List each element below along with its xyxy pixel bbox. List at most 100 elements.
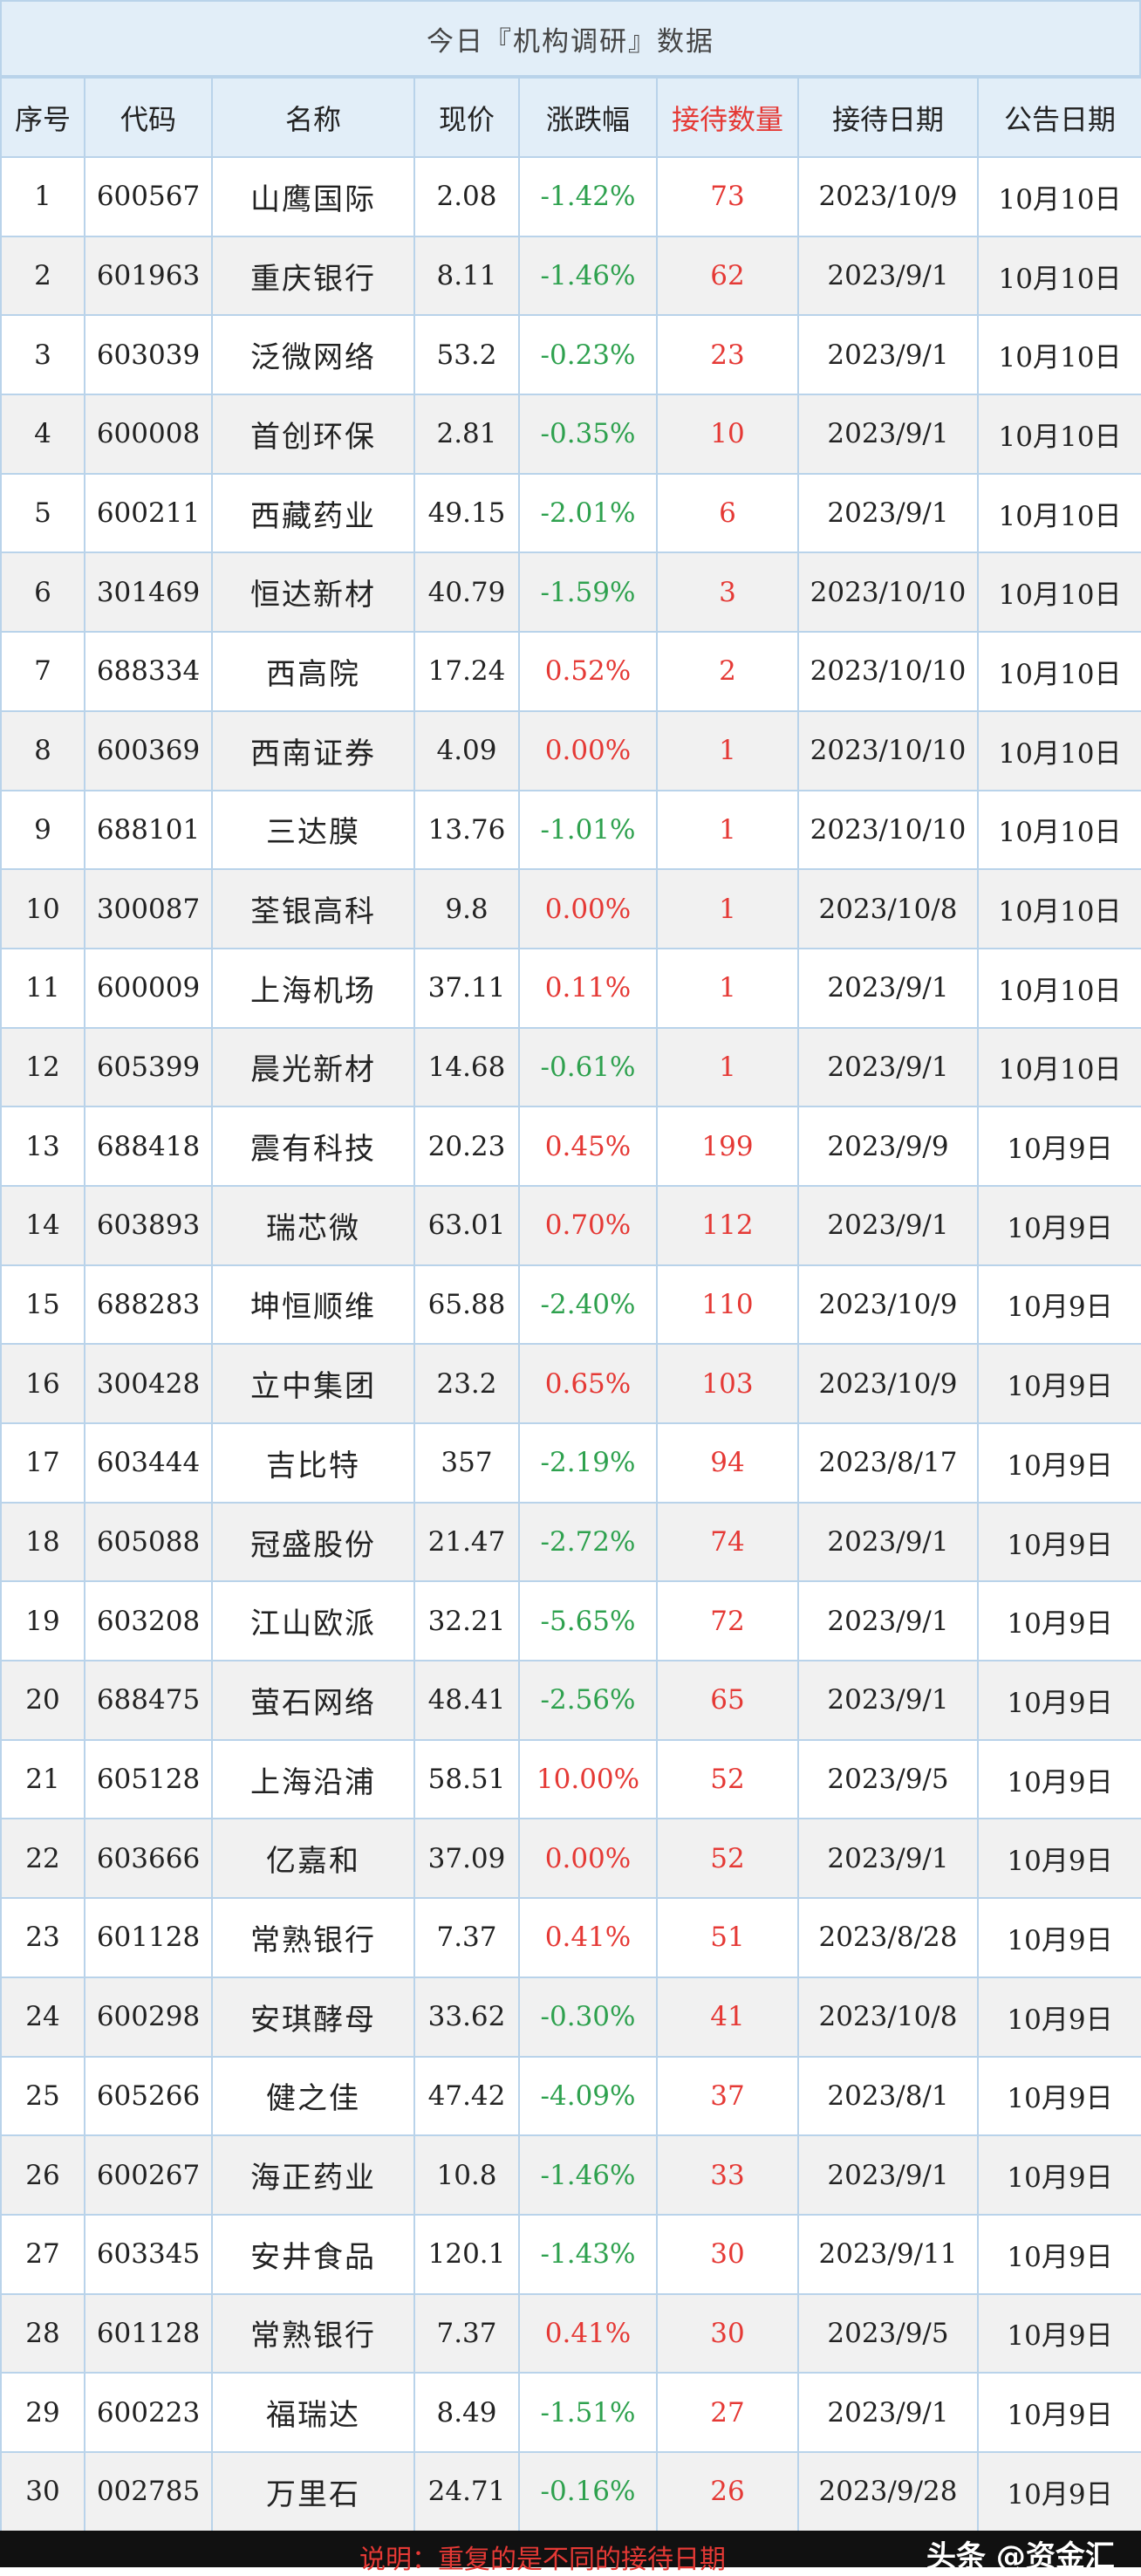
cell-price: 2.08 bbox=[413, 156, 520, 237]
cell-reception-date: 2023/8/28 bbox=[797, 1897, 979, 1978]
cell-change: 0.41% bbox=[518, 1897, 658, 1978]
cell-reception-count: 94 bbox=[656, 1422, 799, 1504]
cell-reception-count: 10 bbox=[656, 394, 799, 475]
cell-announce-date: 10月10日 bbox=[977, 472, 1141, 554]
table-row: 24 600298 安琪酵母 33.62 -0.30% 41 2023/10/8 10月9日 bbox=[0, 1976, 1141, 2058]
cell-announce-date: 10月10日 bbox=[977, 631, 1141, 712]
cell-name: 山鹰国际 bbox=[211, 156, 415, 237]
cell-reception-date: 2023/9/1 bbox=[797, 1501, 979, 1583]
cell-announce-date: 10月10日 bbox=[977, 314, 1141, 396]
cell-index: 10 bbox=[0, 868, 85, 949]
cell-reception-date: 2023/10/10 bbox=[797, 552, 979, 634]
cell-price: 65.88 bbox=[413, 1264, 520, 1346]
cell-announce-date: 10月9日 bbox=[977, 2372, 1141, 2453]
cell-reception-count: 3 bbox=[656, 552, 799, 634]
cell-name: 上海沿浦 bbox=[211, 1738, 415, 1820]
cell-reception-date: 2023/9/1 bbox=[797, 1818, 979, 1900]
cell-change: -0.23% bbox=[518, 314, 658, 396]
cell-announce-date: 10月9日 bbox=[977, 1580, 1141, 1662]
cell-price: 24.71 bbox=[413, 2450, 520, 2532]
cell-code: 688475 bbox=[84, 1660, 213, 1741]
cell-reception-count: 199 bbox=[656, 1106, 799, 1187]
cell-code: 688334 bbox=[84, 631, 213, 712]
cell-name: 晨光新材 bbox=[211, 1026, 415, 1108]
cell-index: 2 bbox=[0, 235, 85, 317]
table-row: 10 300087 荃银高科 9.8 0.00% 1 2023/10/8 10月10日 bbox=[0, 868, 1141, 949]
table-row: 26 600267 海正药业 10.8 -1.46% 33 2023/9/1 10月9日 bbox=[0, 2134, 1141, 2216]
cell-code: 301469 bbox=[84, 552, 213, 634]
header-index: 序号 bbox=[0, 77, 85, 158]
cell-code: 601128 bbox=[84, 2292, 213, 2374]
table-body: 1 600567 山鹰国际 2.08 -1.42% 73 2023/10/9 10月10日 2 6… bbox=[0, 156, 1141, 2532]
table-row: 25 605266 健之佳 47.42 -4.09% 37 2023/8/1 10月9日 bbox=[0, 2055, 1141, 2137]
cell-name: 安井食品 bbox=[211, 2213, 415, 2295]
cell-reception-count: 33 bbox=[656, 2134, 799, 2216]
cell-reception-date: 2023/10/8 bbox=[797, 868, 979, 949]
cell-reception-count: 37 bbox=[656, 2055, 799, 2137]
cell-name: 冠盛股份 bbox=[211, 1501, 415, 1583]
cell-code: 600223 bbox=[84, 2372, 213, 2453]
cell-price: 2.81 bbox=[413, 394, 520, 475]
cell-name: 万里石 bbox=[211, 2450, 415, 2532]
cell-name: 坤恒顺维 bbox=[211, 1264, 415, 1346]
cell-name: 常熟银行 bbox=[211, 2292, 415, 2374]
footer-bar: 说明：重复的是不同的接待日期 头条 @资金汇 bbox=[0, 2531, 1141, 2575]
cell-reception-date: 2023/9/1 bbox=[797, 1026, 979, 1108]
cell-index: 6 bbox=[0, 552, 85, 634]
table-row: 14 603893 瑞芯微 63.01 0.70% 112 2023/9/1 10月9日 bbox=[0, 1184, 1141, 1266]
cell-price: 8.49 bbox=[413, 2372, 520, 2453]
cell-price: 357 bbox=[413, 1422, 520, 1504]
cell-code: 600298 bbox=[84, 1976, 213, 2058]
cell-name: 西高院 bbox=[211, 631, 415, 712]
cell-name: 健之佳 bbox=[211, 2055, 415, 2137]
cell-name: 泛微网络 bbox=[211, 314, 415, 396]
cell-name: 萤石网络 bbox=[211, 1660, 415, 1741]
cell-reception-date: 2023/10/9 bbox=[797, 156, 979, 237]
table-row: 20 688475 萤石网络 48.41 -2.56% 65 2023/9/1 10月9日 bbox=[0, 1660, 1141, 1741]
cell-change: -1.43% bbox=[518, 2213, 658, 2295]
cell-announce-date: 10月9日 bbox=[977, 2055, 1141, 2137]
cell-reception-date: 2023/9/1 bbox=[797, 1184, 979, 1266]
cell-announce-date: 10月9日 bbox=[977, 2213, 1141, 2295]
cell-announce-date: 10月9日 bbox=[977, 1738, 1141, 1820]
brand-watermark: 头条 @资金汇 bbox=[926, 2539, 1115, 2574]
table-row: 5 600211 西藏药业 49.15 -2.01% 6 2023/9/1 10月10日 bbox=[0, 472, 1141, 554]
table-row: 7 688334 西高院 17.24 0.52% 2 2023/10/10 10月10日 bbox=[0, 631, 1141, 712]
cell-code: 603039 bbox=[84, 314, 213, 396]
cell-price: 58.51 bbox=[413, 1738, 520, 1820]
cell-code: 603666 bbox=[84, 1818, 213, 1900]
cell-code: 605128 bbox=[84, 1738, 213, 1820]
cell-reception-count: 26 bbox=[656, 2450, 799, 2532]
cell-change: -2.01% bbox=[518, 472, 658, 554]
cell-announce-date: 10月9日 bbox=[977, 1897, 1141, 1978]
cell-code: 688283 bbox=[84, 1264, 213, 1346]
table-row: 30 002785 万里石 24.71 -0.16% 26 2023/9/28 10月9日 bbox=[0, 2450, 1141, 2532]
cell-reception-count: 72 bbox=[656, 1580, 799, 1662]
cell-reception-count: 51 bbox=[656, 1897, 799, 1978]
cell-reception-date: 2023/9/1 bbox=[797, 947, 979, 1029]
cell-announce-date: 10月9日 bbox=[977, 1818, 1141, 1900]
cell-announce-date: 10月10日 bbox=[977, 789, 1141, 871]
cell-reception-count: 6 bbox=[656, 472, 799, 554]
cell-name: 首创环保 bbox=[211, 394, 415, 475]
table-row: 29 600223 福瑞达 8.49 -1.51% 27 2023/9/1 10月9日 bbox=[0, 2372, 1141, 2453]
cell-price: 23.2 bbox=[413, 1343, 520, 1424]
table-title: 今日『机构调研』数据 bbox=[0, 0, 1141, 77]
cell-price: 10.8 bbox=[413, 2134, 520, 2216]
cell-reception-count: 52 bbox=[656, 1738, 799, 1820]
cell-reception-date: 2023/9/1 bbox=[797, 472, 979, 554]
cell-price: 37.09 bbox=[413, 1818, 520, 1900]
cell-reception-count: 30 bbox=[656, 2292, 799, 2374]
cell-index: 29 bbox=[0, 2372, 85, 2453]
cell-reception-count: 65 bbox=[656, 1660, 799, 1741]
header-price: 现价 bbox=[413, 77, 520, 158]
cell-price: 120.1 bbox=[413, 2213, 520, 2295]
cell-reception-date: 2023/9/1 bbox=[797, 394, 979, 475]
table-header: 序号 代码 名称 现价 涨跌幅 接待数量 接待日期 公告日期 bbox=[0, 77, 1141, 158]
cell-price: 7.37 bbox=[413, 2292, 520, 2374]
cell-reception-count: 52 bbox=[656, 1818, 799, 1900]
cell-index: 14 bbox=[0, 1184, 85, 1266]
header-code: 代码 bbox=[84, 77, 213, 158]
cell-reception-date: 2023/9/5 bbox=[797, 2292, 979, 2374]
cell-index: 11 bbox=[0, 947, 85, 1029]
